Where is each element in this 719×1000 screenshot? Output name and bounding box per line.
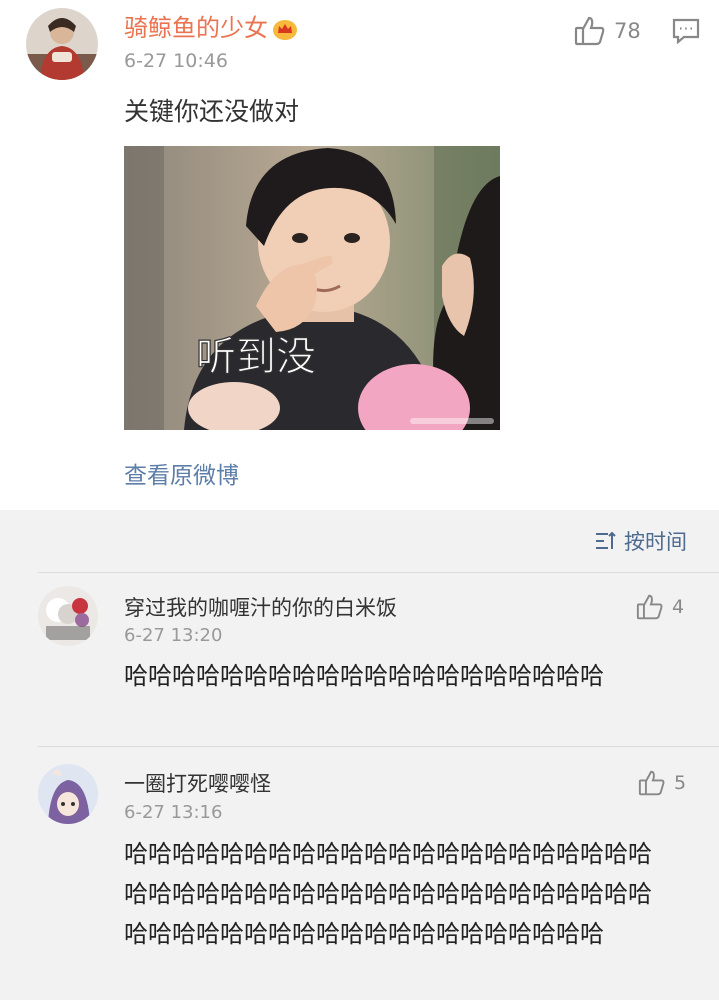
image-caption: 听到没 bbox=[196, 334, 316, 380]
author-avatar[interactable] bbox=[26, 8, 98, 80]
comment-text: 哈哈哈哈哈哈哈哈哈哈哈哈哈哈哈哈哈哈哈哈哈哈哈哈哈哈哈哈哈哈哈哈哈哈哈哈哈哈哈哈… bbox=[124, 840, 652, 948]
sort-by-time-button[interactable]: 按时间 bbox=[594, 526, 687, 556]
comment-icon[interactable] bbox=[672, 18, 700, 44]
thumbs-up-icon bbox=[638, 770, 666, 796]
post-image[interactable]: 听到没 bbox=[124, 146, 500, 430]
post-like-button[interactable]: 78 bbox=[574, 16, 641, 46]
sort-label: 按时间 bbox=[624, 530, 687, 554]
commenter-name[interactable]: 穿过我的咖喱汁的你的白米饭 bbox=[124, 592, 397, 622]
commenter-avatar[interactable] bbox=[38, 586, 98, 646]
comment-like-button[interactable]: 5 bbox=[638, 770, 686, 796]
view-original-link[interactable]: 查看原微博 bbox=[124, 456, 239, 490]
commenter-name[interactable]: 一圈打死嘤嘤怪 bbox=[124, 768, 271, 798]
image-watermark bbox=[410, 418, 494, 424]
crown-icon bbox=[272, 18, 298, 40]
comment-text: 哈哈哈哈哈哈哈哈哈哈哈哈哈哈哈哈哈哈哈哈 bbox=[124, 662, 604, 690]
comment-like-button[interactable]: 4 bbox=[636, 594, 684, 620]
comment-time: 6-27 13:16 bbox=[124, 802, 223, 823]
comment-like-count: 4 bbox=[672, 596, 685, 618]
thumbs-up-icon bbox=[574, 16, 606, 46]
thumbs-up-icon bbox=[636, 594, 664, 620]
divider bbox=[38, 572, 719, 573]
comment-like-count: 5 bbox=[674, 772, 687, 794]
post-author[interactable]: 骑鲸鱼的少女 bbox=[124, 8, 298, 43]
divider bbox=[38, 746, 719, 747]
main-post: 骑鲸鱼的少女 6-27 10:46 78 关键你还没做对 听到没 查看原微博 bbox=[0, 0, 719, 510]
comment-time: 6-27 13:20 bbox=[124, 625, 223, 646]
post-author-label[interactable]: 骑鲸鱼的少女 bbox=[124, 14, 268, 42]
post-text: 关键你还没做对 bbox=[124, 97, 300, 126]
post-like-count: 78 bbox=[614, 19, 641, 43]
post-time: 6-27 10:46 bbox=[124, 50, 228, 72]
sort-icon bbox=[594, 530, 618, 552]
commenter-avatar[interactable] bbox=[38, 764, 98, 824]
